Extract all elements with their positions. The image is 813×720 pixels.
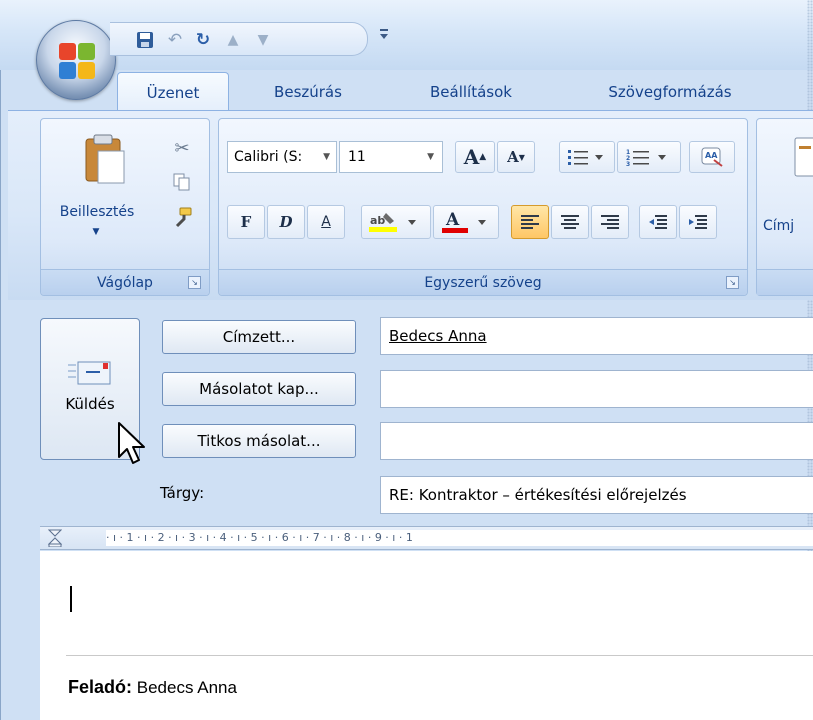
- subject-label: Tárgy:: [160, 484, 205, 502]
- ruler[interactable]: · ı · 1 · ı · 2 · ı · 3 · ı · 4 · ı · 5 …: [40, 526, 813, 550]
- names-group-label: [757, 269, 813, 295]
- to-button[interactable]: Címzett...: [162, 320, 356, 354]
- cc-button[interactable]: Másolatot kap...: [162, 372, 356, 406]
- font-name-value: Calibri (S:: [234, 149, 303, 165]
- font-name-combo[interactable]: Calibri (S: ▼: [227, 141, 337, 173]
- underline-button[interactable]: A: [307, 205, 345, 239]
- tab-beallitasok[interactable]: Beállítások: [397, 76, 545, 108]
- numbering-button[interactable]: 123: [617, 141, 681, 173]
- address-book-icon[interactable]: [787, 133, 813, 183]
- svg-text:3: 3: [626, 161, 630, 166]
- tab-uzenet[interactable]: Üzenet: [117, 72, 229, 112]
- italic-button[interactable]: D: [267, 205, 305, 239]
- clipboard-launcher-icon[interactable]: ↘: [188, 276, 201, 289]
- bcc-button[interactable]: Titkos másolat...: [162, 424, 356, 458]
- paste-dropdown-icon[interactable]: ▼: [81, 225, 111, 239]
- copy-icon[interactable]: [169, 169, 195, 195]
- redo-icon[interactable]: ↻: [190, 27, 216, 53]
- svg-text:A: A: [445, 210, 460, 230]
- cc-field[interactable]: [380, 370, 813, 408]
- from-value: Bedecs Anna: [136, 678, 237, 697]
- align-left-button[interactable]: [511, 205, 549, 239]
- reply-separator: [66, 655, 813, 656]
- clipboard-group-label: Vágólap: [41, 269, 209, 295]
- bold-button[interactable]: F: [227, 205, 265, 239]
- from-line: Feladó: Bedecs Anna: [68, 677, 237, 698]
- grow-font-button[interactable]: A ▲: [455, 141, 495, 173]
- svg-text:AA: AA: [705, 151, 718, 160]
- chevron-down-icon: ▼: [323, 152, 330, 162]
- names-label[interactable]: Címj: [763, 215, 813, 237]
- office-logo-icon: [57, 41, 97, 81]
- svg-text:ab: ab: [370, 214, 385, 227]
- send-label: Küldés: [65, 395, 115, 413]
- down-arrow-icon[interactable]: ▼: [250, 27, 276, 53]
- undo-icon[interactable]: ↶: [162, 27, 188, 53]
- to-field[interactable]: Bedecs Anna: [380, 317, 813, 355]
- bcc-field[interactable]: [380, 422, 813, 460]
- from-label: Feladó:: [68, 677, 133, 697]
- increase-indent-button[interactable]: [679, 205, 717, 239]
- customize-dropdown-icon[interactable]: [378, 26, 394, 50]
- shrink-font-label: A: [507, 148, 519, 166]
- subject-field[interactable]: RE: Kontraktor – értékesítési előrejelzé…: [380, 476, 813, 514]
- decrease-indent-button[interactable]: [639, 205, 677, 239]
- chevron-down-icon: ▼: [427, 152, 434, 162]
- text-caret: [70, 586, 72, 612]
- format-painter-icon[interactable]: [169, 205, 195, 231]
- clipboard-group: Beillesztés ▼ ✂ Vágólap ↘: [40, 118, 210, 296]
- tab-szovegformazas[interactable]: Szövegformázás: [568, 76, 772, 108]
- quick-access-toolbar: ↶ ↻ ▲ ▼: [110, 22, 368, 56]
- basic-text-launcher-icon[interactable]: ↘: [726, 276, 739, 289]
- highlight-button[interactable]: ab: [361, 205, 431, 239]
- up-arrow-icon[interactable]: ▲: [220, 27, 246, 53]
- mouse-pointer-icon: [117, 421, 147, 469]
- basic-text-group: Calibri (S: ▼ 11 ▼ A ▲ A ▼ 123 AA F D A ab…: [218, 118, 748, 296]
- shrink-font-button[interactable]: A ▼: [497, 141, 535, 173]
- cut-icon[interactable]: ✂: [169, 135, 195, 161]
- paste-icon[interactable]: [77, 131, 131, 189]
- office-button[interactable]: [36, 20, 116, 100]
- ruler-ticks: · ı · 1 · ı · 2 · ı · 3 · ı · 4 · ı · 5 …: [106, 531, 413, 544]
- styles-icon[interactable]: AA: [689, 141, 735, 173]
- paste-button[interactable]: Beillesztés: [41, 199, 153, 225]
- bullets-button[interactable]: [559, 141, 615, 173]
- grow-font-label: A: [463, 145, 480, 169]
- send-mail-icon: [66, 359, 114, 391]
- font-size-combo[interactable]: 11 ▼: [339, 141, 443, 173]
- font-color-button[interactable]: A: [433, 205, 499, 239]
- save-icon[interactable]: [132, 27, 158, 53]
- tab-beszuras[interactable]: Beszúrás: [247, 76, 369, 108]
- basic-text-group-label: Egyszerű szöveg: [219, 269, 747, 295]
- indent-marker-icon[interactable]: [47, 529, 63, 548]
- align-center-button[interactable]: [551, 205, 589, 239]
- align-right-button[interactable]: [591, 205, 629, 239]
- names-group: Címj: [756, 118, 813, 296]
- font-size-value: 11: [348, 149, 366, 165]
